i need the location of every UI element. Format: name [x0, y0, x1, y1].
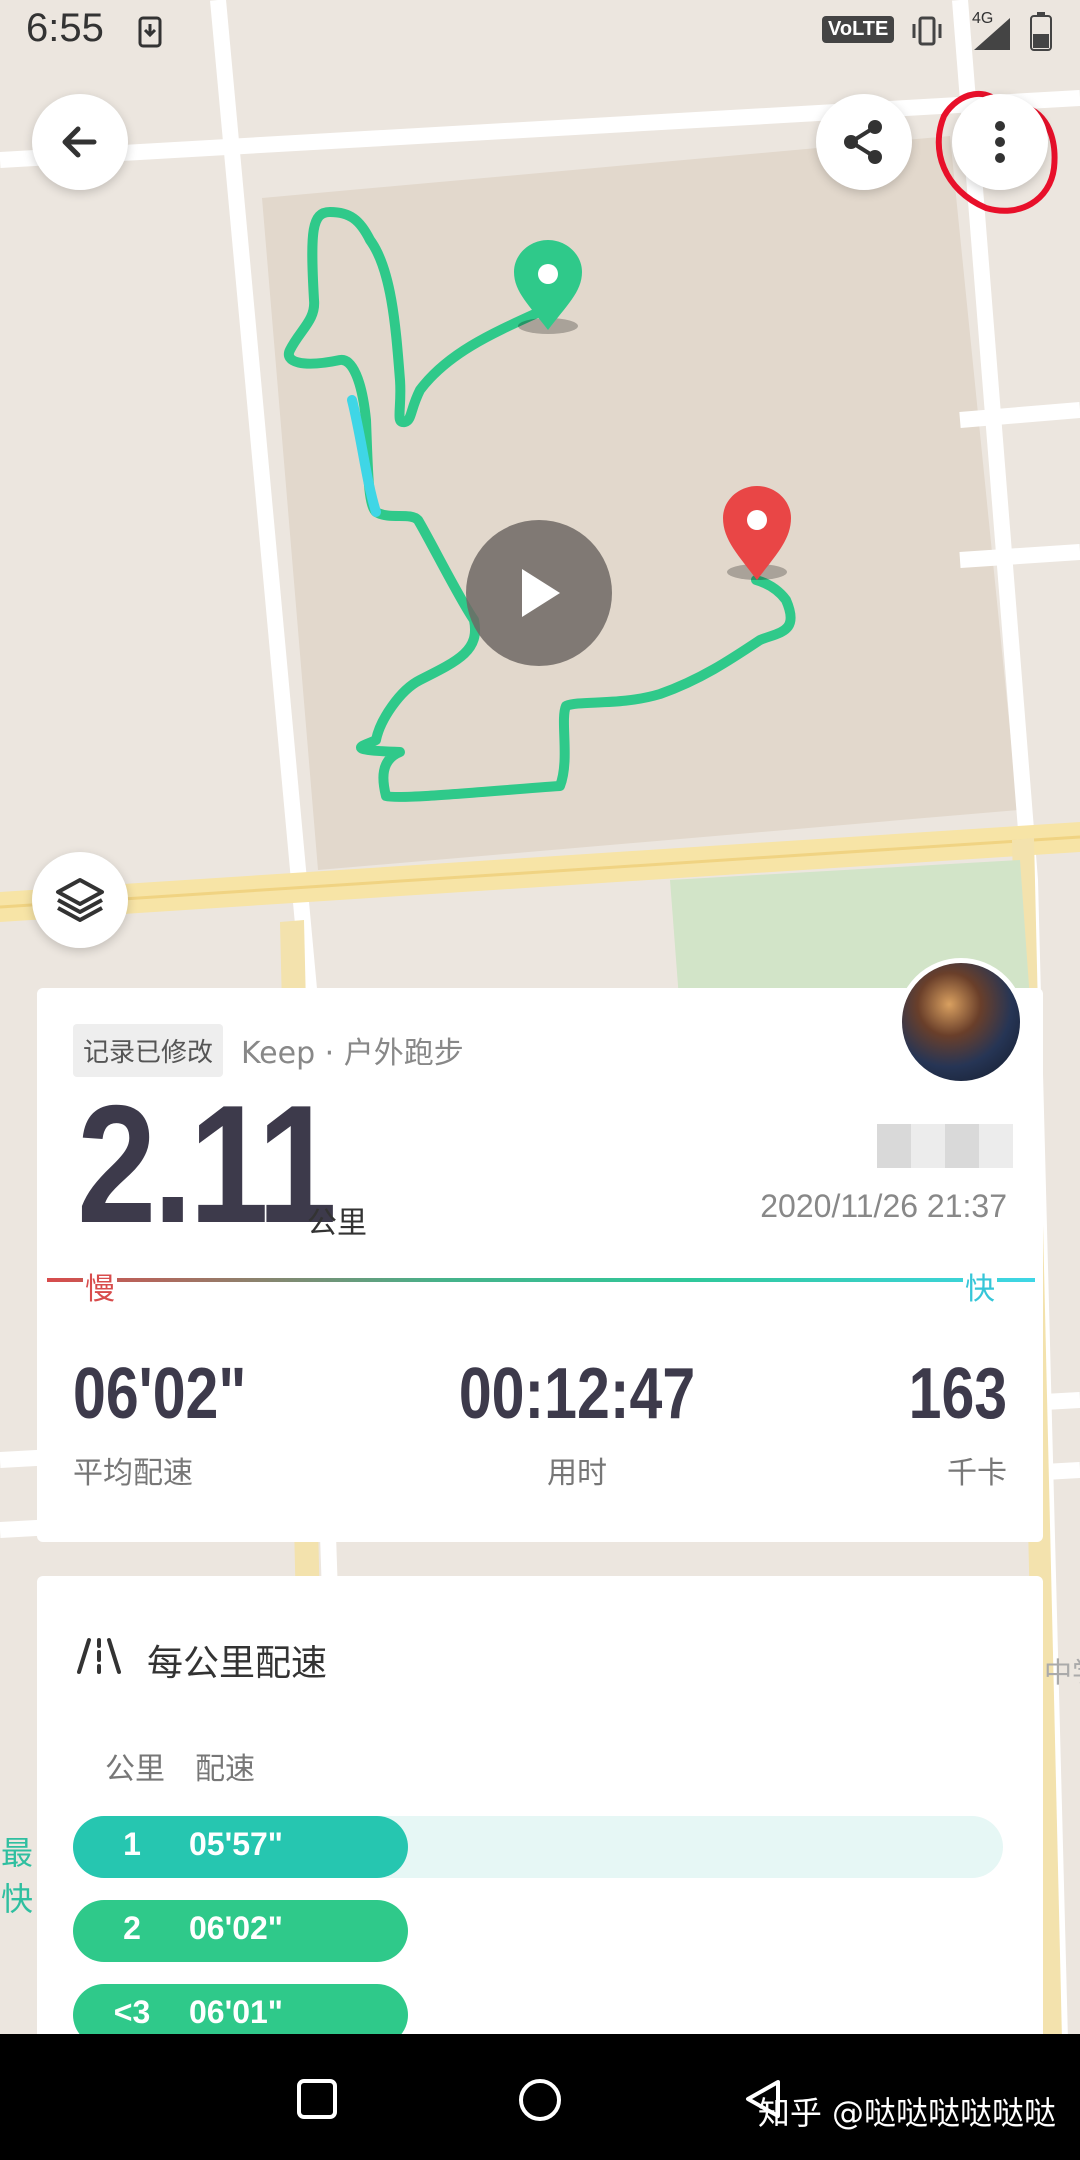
col-header-km: 公里: [105, 1752, 165, 1787]
status-time: 6:55: [26, 6, 104, 50]
split-km: <3: [113, 1994, 151, 2030]
stat-avg-pace: 06'02" 平均配速: [73, 1358, 284, 1492]
avatar[interactable]: [897, 958, 1025, 1086]
share-button[interactable]: [816, 94, 912, 190]
col-header-pace: 配速: [195, 1752, 255, 1787]
split-pace: 06'01": [189, 1994, 283, 2030]
blurred-username: [877, 1124, 1013, 1168]
stat-value: 163: [908, 1354, 1007, 1434]
activity-source: Keep · 户外跑步: [241, 1036, 464, 1071]
watermark: 知乎 @哒哒哒哒哒哒: [757, 2094, 1056, 2132]
splits-title: 每公里配速: [147, 1643, 328, 1684]
splits-card: 每公里配速 公里 配速 1 05'57" 最快 2 06'02" <3 06'0…: [1, 1576, 1043, 2046]
home-icon[interactable]: [518, 2078, 562, 2122]
stat-value: 00:12:47: [458, 1354, 696, 1434]
download-icon: [138, 16, 162, 48]
stat-duration: 00:12:47 用时: [377, 1358, 777, 1492]
vibrate-icon: [912, 16, 942, 46]
pace-gradient-bar: [47, 1278, 1035, 1282]
distance-unit: 公里: [307, 1206, 367, 1241]
more-vertical-icon: [995, 121, 1005, 163]
replay-play-button[interactable]: [466, 520, 612, 666]
recents-icon[interactable]: [296, 2078, 338, 2120]
stat-label: 平均配速: [73, 1456, 193, 1491]
split-pace: 05'57": [189, 1826, 283, 1862]
volte-badge: VoLTE: [822, 16, 895, 43]
status-bar: 6:55 VoLTE 4G: [0, 0, 1080, 64]
arrow-left-icon: [62, 126, 97, 158]
split-km: 2: [123, 1910, 141, 1946]
layers-icon: [56, 878, 104, 922]
distance-value: 2.11: [77, 1070, 337, 1258]
signal-icon: [974, 18, 1010, 50]
fast-label: 快: [963, 1264, 997, 1308]
slow-label: 慢: [83, 1264, 117, 1308]
split-km: 1: [123, 1826, 141, 1862]
split-pace: 06'02": [189, 1910, 283, 1946]
play-icon: [522, 569, 560, 617]
fastest-tag: 最快: [0, 1834, 33, 1918]
back-button[interactable]: [32, 94, 128, 190]
stat-label: 千卡: [947, 1456, 1007, 1491]
stat-value: 06'02": [73, 1354, 247, 1434]
svg-text:中学: 中学: [1044, 1656, 1080, 1689]
road-icon: [77, 1638, 121, 1674]
battery-icon: [1030, 12, 1052, 51]
stat-calories: 163 千卡: [887, 1358, 1007, 1492]
run-datetime: 2020/11/26 21:37: [760, 1188, 1007, 1224]
more-button[interactable]: [952, 94, 1048, 190]
stat-label: 用时: [547, 1456, 607, 1491]
run-summary-card: 记录已修改 Keep · 户外跑步 2.11 公里 2020/11/26 21:…: [37, 958, 1043, 1542]
share-icon: [844, 120, 882, 164]
map-layers-button[interactable]: [32, 852, 128, 948]
